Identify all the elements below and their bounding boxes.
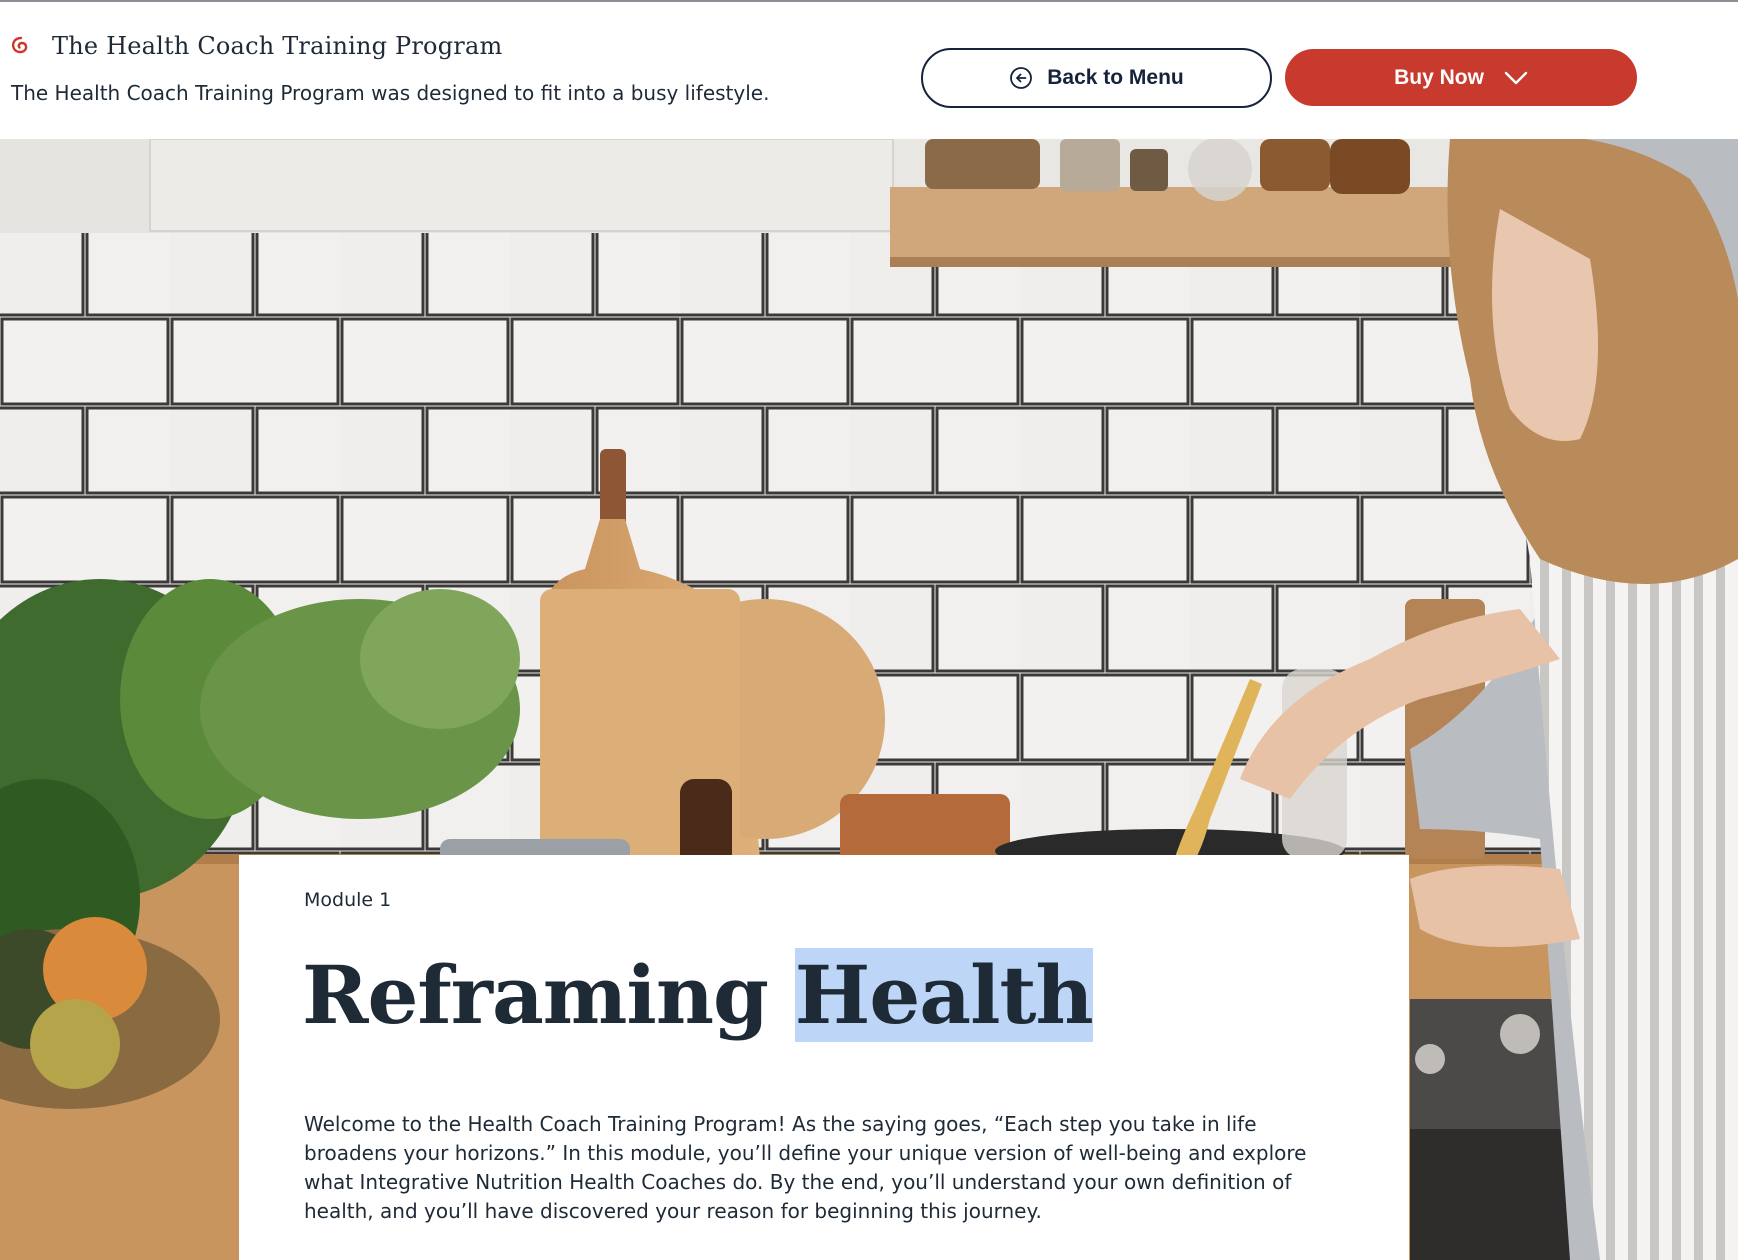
brand-title: The Health Coach Training Program	[52, 32, 503, 60]
module-label: Module 1	[304, 889, 392, 911]
module-title: Reframing Health	[302, 943, 1094, 1047]
module-title-part: Reframing	[302, 948, 795, 1042]
brand[interactable]: The Health Coach Training Program	[10, 32, 502, 60]
arrow-left-circle-icon	[1010, 67, 1033, 89]
module-card: Module 1 Reframing Health Welcome to the…	[239, 855, 1409, 1260]
module-title-selected[interactable]: Health	[794, 948, 1094, 1042]
page-header: The Health Coach Training Program The He…	[0, 2, 1738, 139]
module-description: Welcome to the Health Coach Training Pro…	[304, 1112, 1307, 1223]
back-to-menu-button[interactable]: Back to Menu	[921, 48, 1272, 108]
header-subtitle: The Health Coach Training Program was de…	[11, 81, 770, 105]
buy-now-label: Buy Now	[1394, 65, 1484, 89]
swirl-logo-icon	[11, 36, 28, 54]
back-to-menu-label: Back to Menu	[1047, 66, 1184, 89]
buy-now-button[interactable]: Buy Now	[1285, 49, 1637, 106]
chevron-down-icon	[1504, 71, 1528, 84]
